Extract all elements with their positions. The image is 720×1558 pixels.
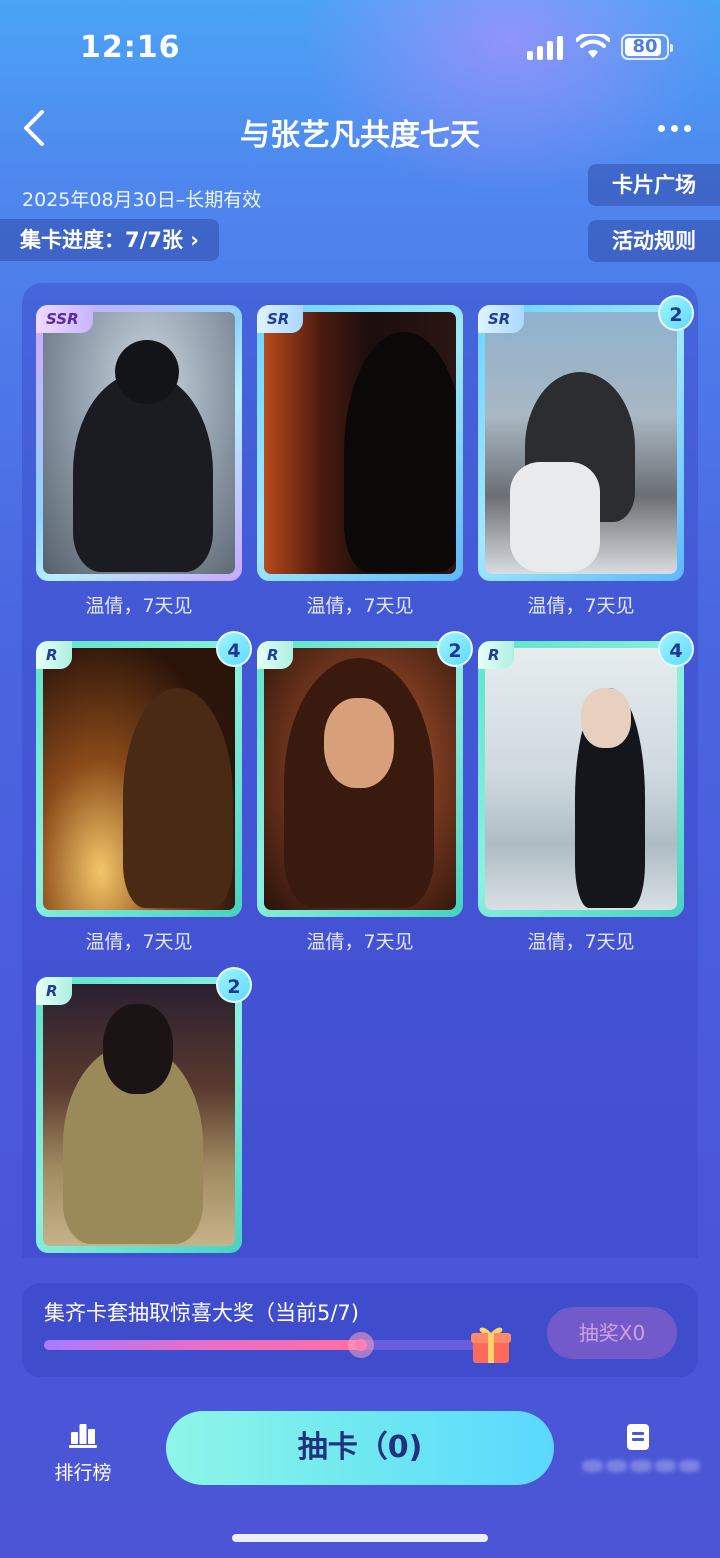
card-collection-panel: SSR 温倩，7天见 SR 温倩，7天见 SR 2 温倩，7天见 R 4 温倩，… <box>22 283 698 1258</box>
date-range: 2025年08月30日–长期有效 <box>22 189 262 211</box>
card-item[interactable]: SR <box>257 305 463 581</box>
record-document-icon[interactable] <box>627 1424 649 1450</box>
card-item[interactable]: SR 2 <box>478 295 694 581</box>
card-photo <box>43 312 235 574</box>
reward-progress-section: 集齐卡套抽取惊喜大奖（当前5/7) 抽奖X0 <box>22 1283 698 1377</box>
page-title: 与张艺凡共度七天 <box>240 118 480 153</box>
card-count-badge: 2 <box>658 295 694 331</box>
rarity-badge: R <box>478 641 514 669</box>
card-count-badge: 2 <box>437 631 473 667</box>
card-count-badge: 4 <box>658 631 694 667</box>
collection-progress-button[interactable]: 集卡进度：7/7张 › <box>0 219 219 261</box>
card-photo <box>43 648 235 910</box>
gift-icon <box>471 1327 511 1363</box>
home-indicator <box>232 1534 488 1542</box>
leaderboard-icon <box>69 1424 97 1448</box>
rarity-badge: SSR <box>36 305 93 333</box>
card-caption: 温倩，7天见 <box>306 931 414 953</box>
rarity-badge: R <box>36 977 72 1005</box>
card-caption: 温倩，7天见 <box>527 595 635 617</box>
blurred-label <box>582 1456 701 1478</box>
wifi-icon <box>576 34 610 58</box>
card-caption: 温倩，7天见 <box>85 931 193 953</box>
battery-icon: 80 <box>621 34 673 60</box>
card-caption: 温倩，7天见 <box>527 931 635 953</box>
lottery-button[interactable]: 抽奖X0 <box>547 1307 677 1359</box>
activity-rules-button[interactable]: 活动规则 <box>588 220 720 262</box>
rarity-badge: SR <box>257 305 304 333</box>
card-photo <box>264 312 456 574</box>
status-bar: 12:16 80 <box>0 0 720 96</box>
card-item[interactable]: R 4 <box>36 631 252 917</box>
card-caption: 温倩，7天见 <box>306 595 414 617</box>
reward-description: 集齐卡套抽取惊喜大奖（当前5/7) <box>44 1301 359 1325</box>
card-item[interactable]: R 4 <box>478 631 694 917</box>
card-photo <box>485 648 677 910</box>
status-time: 12:16 <box>80 30 181 65</box>
card-photo <box>264 648 456 910</box>
card-square-button[interactable]: 卡片广场 <box>588 164 720 206</box>
rarity-badge: SR <box>478 305 525 333</box>
progress-knob <box>347 1332 374 1358</box>
more-options-icon[interactable] <box>652 118 696 138</box>
card-photo <box>43 984 235 1246</box>
card-item[interactable]: R 2 <box>36 967 252 1253</box>
battery-level: 80 <box>632 36 658 57</box>
card-caption: 温倩，7天见 <box>85 595 193 617</box>
reward-progress-bar <box>44 1332 490 1358</box>
card-item[interactable]: SSR <box>36 305 242 581</box>
card-count-badge: 4 <box>216 631 252 667</box>
draw-card-button[interactable]: 抽卡（0) <box>166 1411 554 1485</box>
rarity-badge: R <box>36 641 72 669</box>
rarity-badge: R <box>257 641 293 669</box>
leaderboard-button[interactable]: 排行榜 <box>48 1422 118 1485</box>
card-photo <box>485 312 677 574</box>
card-item[interactable]: R 2 <box>257 631 473 917</box>
card-count-badge: 2 <box>216 967 252 1003</box>
signal-icon <box>527 36 565 60</box>
leaderboard-label: 排行榜 <box>54 1462 112 1484</box>
